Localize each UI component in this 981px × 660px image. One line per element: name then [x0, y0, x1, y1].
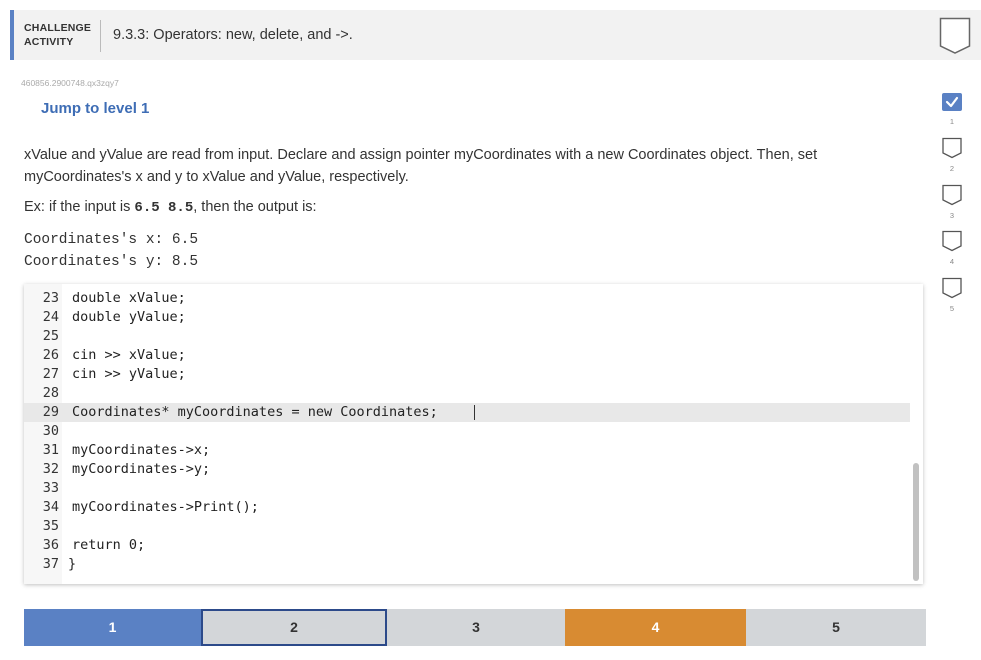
code-line[interactable]: 34 myCoordinates->Print();: [24, 498, 910, 517]
line-number: 36: [42, 537, 59, 553]
line-number: 25: [42, 328, 59, 344]
code-line[interactable]: 30: [24, 422, 910, 441]
code-line[interactable]: 28: [24, 384, 910, 403]
editor-scrollbar-thumb[interactable]: [913, 463, 919, 581]
code-line[interactable]: 24 double yValue;: [24, 308, 910, 327]
level-1-button[interactable]: 1: [24, 609, 201, 646]
line-number: 23: [42, 290, 59, 306]
example-suffix: , then the output is:: [193, 199, 317, 215]
line-number: 35: [42, 518, 59, 534]
checkmark-icon[interactable]: [941, 92, 963, 117]
code-line[interactable]: 36 return 0;: [24, 536, 910, 555]
empty-badge-icon[interactable]: [941, 277, 963, 304]
activity-header: CHALLENGE ACTIVITY 9.3.3: Operators: new…: [10, 10, 981, 60]
line-number: 28: [42, 385, 59, 401]
text-cursor: [474, 405, 475, 420]
line-number: 31: [42, 442, 59, 458]
jump-to-level-link[interactable]: Jump to level 1: [41, 100, 149, 117]
activity-type-line1: CHALLENGE: [24, 22, 92, 34]
activity-title: 9.3.3: Operators: new, delete, and ->.: [113, 27, 353, 43]
example-prefix: Ex: if the input is: [24, 199, 135, 215]
line-number: 30: [42, 423, 59, 439]
code-text[interactable]: return 0;: [72, 536, 145, 555]
code-text[interactable]: cin >> xValue;: [72, 346, 186, 365]
line-number: 33: [42, 480, 59, 496]
code-line[interactable]: 35: [24, 517, 910, 536]
side-level-number: 1: [949, 117, 955, 126]
prompt-line-1: xValue and yValue are read from input. D…: [24, 147, 818, 163]
chevron-badge-icon: [939, 17, 971, 60]
code-line-active[interactable]: 29 Coordinates* myCoordinates = new Coor…: [24, 403, 910, 422]
line-number: 24: [42, 309, 59, 325]
empty-badge-icon[interactable]: [941, 137, 963, 164]
code-line[interactable]: 26 cin >> xValue;: [24, 346, 910, 365]
example-text: Ex: if the input is 6.5 8.5, then the ou…: [24, 199, 317, 216]
level-3-button[interactable]: 3: [387, 609, 565, 646]
side-level-number: 2: [949, 164, 955, 173]
code-text[interactable]: double xValue;: [72, 289, 186, 308]
prompt-line-2: myCoordinates's x and y to xValue and yV…: [24, 169, 409, 185]
expected-output-line-2: Coordinates's y: 8.5: [24, 254, 199, 270]
line-number: 29: [42, 404, 59, 420]
example-input: 6.5 8.5: [134, 200, 194, 216]
prompt-text: xValue and yValue are read from input. D…: [24, 144, 904, 188]
line-number: 37: [42, 556, 59, 572]
side-level-number: 4: [949, 257, 955, 266]
line-number: 26: [42, 347, 59, 363]
code-line[interactable]: 31 myCoordinates->x;: [24, 441, 910, 460]
line-number: 27: [42, 366, 59, 382]
code-editor[interactable]: 23 double xValue; 24 double yValue; 25 2…: [24, 284, 923, 584]
activity-type-label: CHALLENGE ACTIVITY: [24, 21, 91, 49]
side-level-number: 5: [949, 304, 955, 313]
code-text[interactable]: Coordinates* myCoordinates = new Coordin…: [72, 403, 438, 422]
code-line[interactable]: 32 myCoordinates->y;: [24, 460, 910, 479]
code-text[interactable]: myCoordinates->Print();: [72, 498, 259, 517]
empty-badge-icon[interactable]: [941, 230, 963, 257]
code-text[interactable]: double yValue;: [72, 308, 186, 327]
line-number: 34: [42, 499, 59, 515]
header-divider: [100, 20, 101, 52]
empty-badge-icon[interactable]: [941, 184, 963, 211]
line-number: 32: [42, 461, 59, 477]
code-text[interactable]: }: [68, 555, 76, 574]
code-text[interactable]: myCoordinates->y;: [72, 460, 210, 479]
code-line[interactable]: 23 double xValue;: [24, 289, 910, 308]
code-line[interactable]: 25: [24, 327, 910, 346]
side-level-number: 3: [949, 211, 955, 220]
code-text[interactable]: cin >> yValue;: [72, 365, 186, 384]
level-5-button[interactable]: 5: [746, 609, 926, 646]
code-line[interactable]: 33: [24, 479, 910, 498]
expected-output-line-1: Coordinates's x: 6.5: [24, 232, 199, 248]
code-text[interactable]: myCoordinates->x;: [72, 441, 210, 460]
level-4-button[interactable]: 4: [565, 609, 746, 646]
level-2-button[interactable]: 2: [201, 609, 387, 646]
code-line[interactable]: 37 }: [24, 555, 910, 574]
code-line[interactable]: 27 cin >> yValue;: [24, 365, 910, 384]
level-selector-bar: 1 2 3 4 5: [24, 609, 926, 646]
header-accent-bar: [10, 10, 14, 60]
activity-id: 460856.2900748.qx3zqy7: [21, 78, 119, 88]
activity-type-line2: ACTIVITY: [24, 36, 74, 48]
